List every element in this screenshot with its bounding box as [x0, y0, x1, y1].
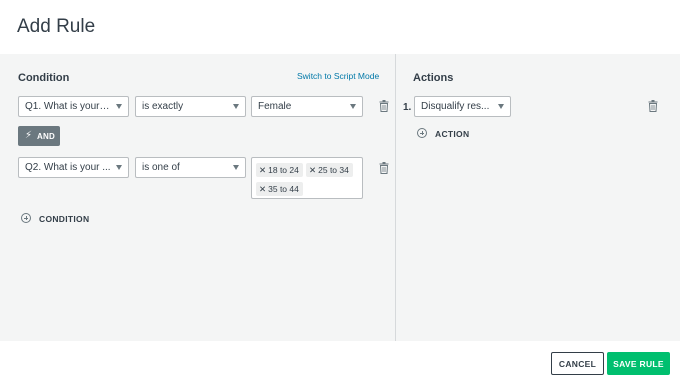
operator-select-1-value: is exactly [142, 101, 184, 112]
value-tag: ✕ 18 to 24 [256, 163, 303, 177]
add-condition-label: CONDITION [39, 214, 90, 224]
condition-heading: Condition [18, 72, 70, 84]
plus-circle-icon [417, 128, 427, 138]
cancel-button[interactable]: CANCEL [551, 352, 604, 375]
value-tag: ✕ 25 to 34 [306, 163, 353, 177]
value-tag-label: 18 to 24 [268, 165, 299, 175]
plus-circle-icon [21, 213, 31, 223]
chevron-down-icon [233, 104, 239, 109]
value-tag: ✕ 35 to 44 [256, 182, 303, 196]
chevron-down-icon [498, 104, 504, 109]
question-select-2-value: Q2. What is your ... [25, 162, 111, 173]
value-tag-label: 35 to 44 [268, 184, 299, 194]
trash-icon[interactable] [648, 100, 658, 112]
lightning-icon: ⚡ [25, 130, 33, 141]
actions-heading: Actions [413, 72, 454, 84]
question-select-1-value: Q1. What is your g... [25, 101, 112, 112]
action-select-1-value: Disqualify res... [421, 101, 490, 112]
operator-select-2[interactable]: is one of [135, 157, 246, 178]
trash-icon[interactable] [379, 162, 389, 174]
trash-icon[interactable] [379, 100, 389, 112]
modal-body: Condition Switch to Script Mode Q1. What… [0, 54, 680, 341]
and-connector-button[interactable]: ⚡ AND [18, 126, 60, 146]
value-tag-label: 25 to 34 [318, 165, 349, 175]
question-select-1[interactable]: Q1. What is your g... [18, 96, 129, 117]
value-select-1[interactable]: Female [251, 96, 363, 117]
question-select-2[interactable]: Q2. What is your ... [18, 157, 129, 178]
add-action-label: ACTION [435, 129, 470, 139]
actions-pane: Actions 1. Disqualify res... ACTION [397, 54, 680, 341]
modal-footer: CANCEL SAVE RULE [0, 341, 680, 384]
value-select-1-value: Female [258, 101, 292, 112]
close-icon[interactable]: ✕ [259, 165, 266, 175]
close-icon[interactable]: ✕ [309, 165, 316, 175]
action-select-1[interactable]: Disqualify res... [414, 96, 511, 117]
save-rule-button[interactable]: SAVE RULE [607, 352, 670, 375]
condition-pane: Condition Switch to Script Mode Q1. What… [0, 54, 396, 341]
and-connector-label: AND [37, 132, 55, 141]
action-number: 1. [403, 102, 412, 113]
operator-select-1[interactable]: is exactly [135, 96, 246, 117]
close-icon[interactable]: ✕ [259, 184, 266, 194]
chevron-down-icon [233, 165, 239, 170]
add-rule-modal: Add Rule Condition Switch to Script Mode… [0, 0, 680, 384]
modal-title: Add Rule [17, 16, 96, 37]
chevron-down-icon [116, 104, 122, 109]
chevron-down-icon [350, 104, 356, 109]
switch-to-script-mode-link[interactable]: Switch to Script Mode [297, 71, 379, 81]
modal-header: Add Rule [0, 0, 680, 54]
operator-select-2-value: is one of [142, 162, 180, 173]
chevron-down-icon [116, 165, 122, 170]
value-multiselect-2[interactable]: ✕ 18 to 24 ✕ 25 to 34 ✕ 35 to 44 [251, 157, 363, 199]
